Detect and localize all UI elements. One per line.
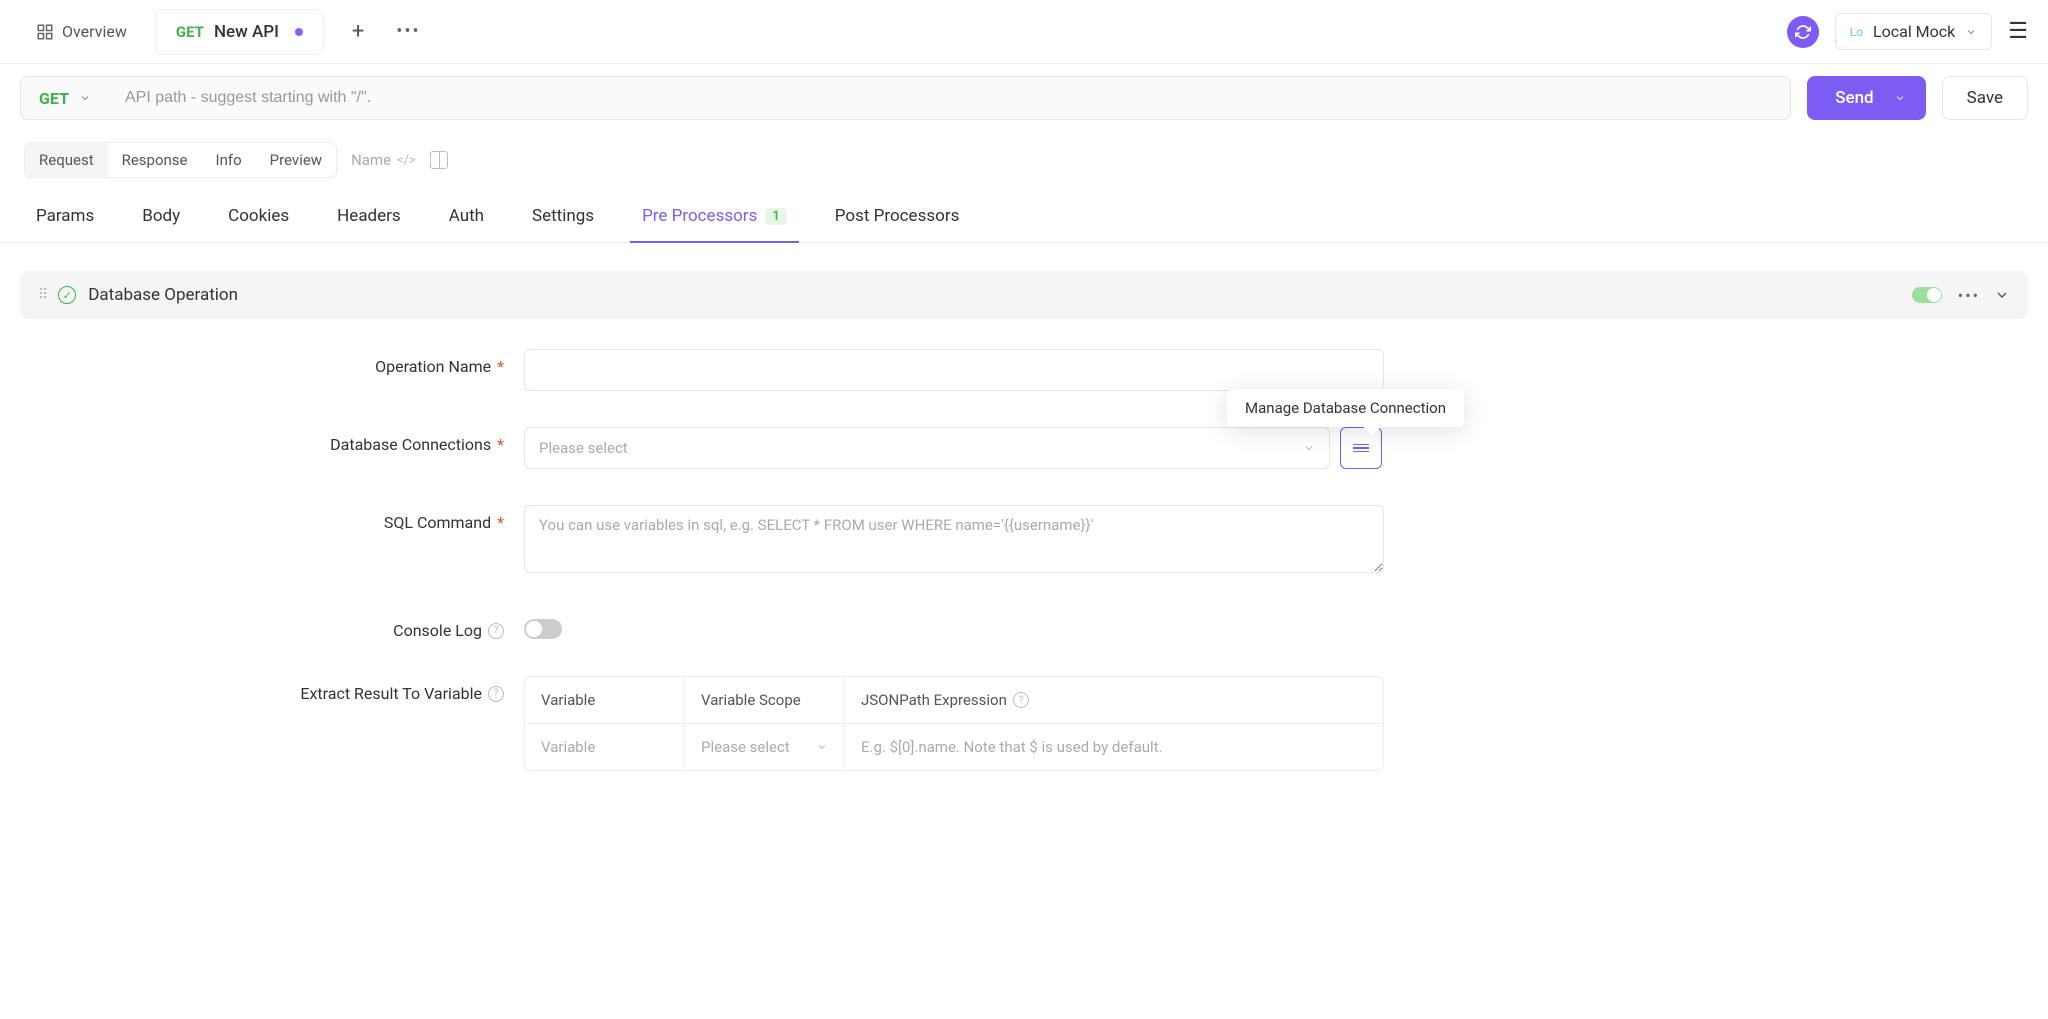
tab-settings[interactable]: Settings (528, 206, 598, 242)
save-label: Save (1967, 88, 2003, 108)
tab-method: GET (176, 23, 204, 41)
chevron-down-icon (79, 92, 91, 104)
tab-title: New API (214, 22, 279, 42)
refresh-icon (1795, 24, 1811, 40)
row-extract-result: Extract Result To Variable ? Variable Va… (44, 676, 2004, 771)
chevron-down-icon (816, 741, 828, 753)
save-button[interactable]: Save (1942, 76, 2028, 120)
db-connection-select[interactable]: Please select (524, 427, 1330, 469)
tab-pre-processors[interactable]: Pre Processors 1 (638, 206, 791, 242)
required-icon: * (497, 357, 504, 376)
send-button[interactable]: Send (1807, 76, 1925, 120)
extract-result-label: Extract Result To Variable (300, 684, 482, 703)
grid-icon (36, 23, 54, 41)
chevron-down-icon (1894, 92, 1906, 104)
name-label: Name (351, 151, 391, 169)
tab-preview[interactable]: Preview (256, 143, 336, 177)
required-icon: * (497, 435, 504, 454)
manage-db-button[interactable] (1340, 427, 1382, 469)
tab-more-button[interactable]: ••• (396, 21, 420, 42)
help-icon[interactable]: ? (488, 623, 504, 639)
top-bar: Overview GET New API + ••• Lo Local Mock… (0, 0, 2048, 64)
env-prefix: Lo (1850, 25, 1863, 39)
env-name: Local Mock (1873, 22, 1955, 41)
extract-table: Variable Variable Scope JSONPath Express… (524, 676, 1384, 771)
tab-post-processors[interactable]: Post Processors (831, 206, 964, 242)
method-label: GET (39, 89, 69, 108)
operation-name-input[interactable] (524, 349, 1384, 391)
jsonpath-input[interactable]: E.g. $[0].name. Note that $ is used by d… (845, 724, 1383, 770)
tab-headers[interactable]: Headers (333, 206, 405, 242)
panel-title: Database Operation (88, 285, 1912, 305)
col-scope: Variable Scope (685, 677, 845, 723)
tab-auth[interactable]: Auth (445, 206, 488, 242)
tab-request[interactable]: Request (25, 143, 108, 177)
pre-label: Pre Processors (642, 206, 757, 226)
row-db-connections: Database Connections * Please select Man… (44, 427, 2004, 469)
check-circle-icon: ✓ (58, 286, 76, 304)
db-connections-label: Database Connections (330, 435, 491, 454)
overview-tab[interactable]: Overview (20, 22, 143, 41)
manage-db-tooltip: Manage Database Connection (1227, 389, 1464, 427)
table-row: Variable Please select E.g. $[0].name. N… (525, 724, 1383, 770)
help-icon[interactable]: ? (1013, 692, 1029, 708)
view-segment: Request Response Info Preview (24, 142, 337, 178)
sync-button[interactable] (1787, 16, 1819, 48)
jsonpath-header: JSONPath Expression (861, 691, 1007, 709)
chevron-down-icon (1965, 26, 1977, 38)
table-header: Variable Variable Scope JSONPath Express… (525, 677, 1383, 724)
pre-count-badge: 1 (765, 208, 786, 225)
help-icon[interactable]: ? (488, 686, 504, 702)
row-sql-command: SQL Command * (44, 505, 2004, 577)
console-log-label: Console Log (393, 621, 482, 640)
col-jsonpath: JSONPath Expression ? (845, 677, 1383, 723)
code-icon: </> (397, 153, 416, 168)
panel-body: Operation Name * Database Connections * … (20, 319, 2028, 827)
db-select-placeholder: Please select (539, 439, 628, 457)
new-tab-button[interactable]: + (352, 19, 364, 44)
overview-label: Overview (62, 22, 127, 41)
method-select[interactable]: GET (20, 76, 110, 120)
row-operation-name: Operation Name * (44, 349, 2004, 391)
tab-info[interactable]: Info (202, 143, 256, 177)
tab-body[interactable]: Body (138, 206, 184, 242)
url-row: GET Send Save (0, 64, 2048, 132)
unsaved-dot-icon (295, 28, 303, 36)
tab-cookies[interactable]: Cookies (224, 206, 293, 242)
row-console-log: Console Log ? (44, 613, 2004, 640)
chevron-down-icon[interactable] (1994, 287, 2010, 303)
split-view-button[interactable] (430, 151, 448, 169)
variable-input[interactable]: Variable (525, 724, 685, 770)
chevron-down-icon (1303, 442, 1315, 454)
panel-enable-toggle[interactable] (1912, 287, 1942, 303)
col-variable: Variable (525, 677, 685, 723)
panel-more-button[interactable]: ••• (1958, 286, 1980, 305)
api-tab[interactable]: GET New API (155, 9, 324, 55)
tab-params[interactable]: Params (32, 206, 98, 242)
drag-handle-icon[interactable]: ⠿ (38, 287, 48, 303)
panel-header: ⠿ ✓ Database Operation ••• (20, 271, 2028, 319)
sql-command-input[interactable] (524, 505, 1384, 573)
operation-name-label: Operation Name (375, 357, 491, 376)
view-tabs: Request Response Info Preview Name </> (0, 132, 2048, 178)
menu-button[interactable]: ☰ (2008, 19, 2028, 44)
request-sub-tabs: Params Body Cookies Headers Auth Setting… (0, 188, 2048, 243)
scope-placeholder: Please select (701, 738, 790, 756)
url-input[interactable] (109, 76, 1791, 120)
tab-response[interactable]: Response (108, 143, 202, 177)
scope-select[interactable]: Please select (685, 724, 845, 770)
environment-select[interactable]: Lo Local Mock (1835, 13, 1993, 50)
console-log-toggle[interactable] (524, 619, 562, 639)
sql-command-label: SQL Command (384, 513, 491, 532)
processor-panel: ⠿ ✓ Database Operation ••• Operation Nam… (20, 271, 2028, 827)
required-icon: * (497, 513, 504, 532)
send-label: Send (1835, 88, 1873, 108)
